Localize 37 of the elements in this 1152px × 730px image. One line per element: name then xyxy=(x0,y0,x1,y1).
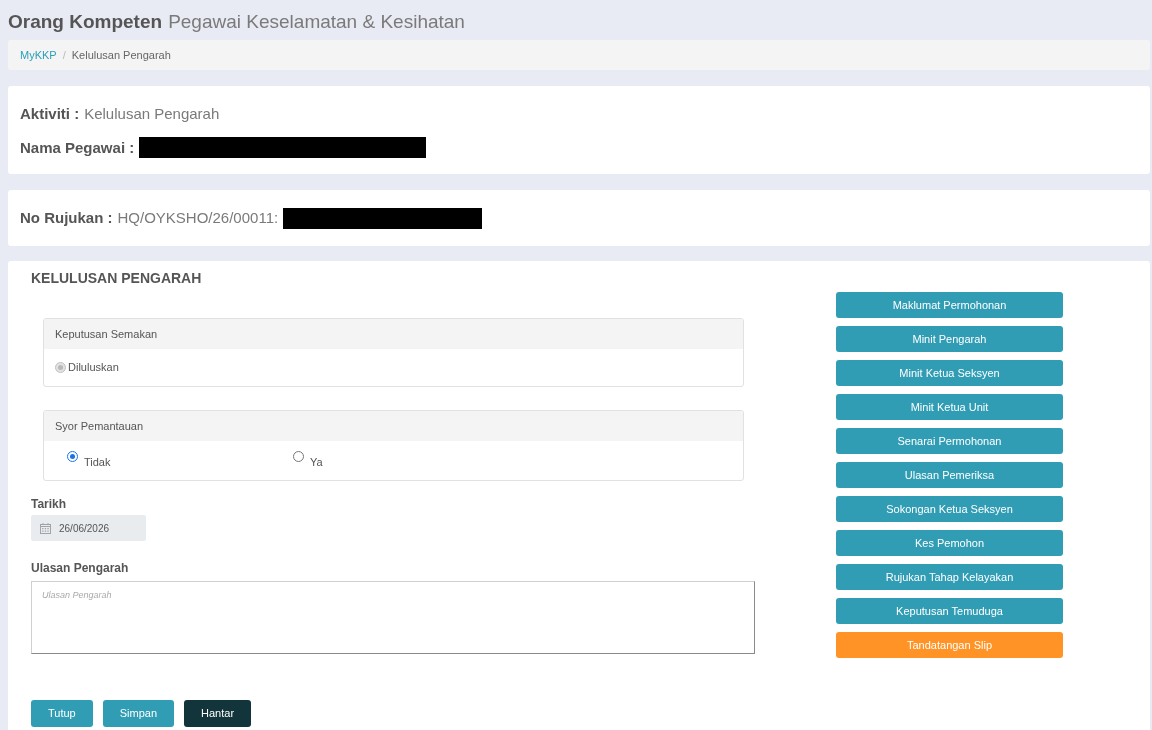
nav-button[interactable]: Senarai Permohonan xyxy=(836,428,1063,454)
calendar-icon xyxy=(40,522,51,534)
nav-button[interactable]: Maklumat Permohonan xyxy=(836,292,1063,318)
nav-button[interactable]: Ulasan Pemeriksa xyxy=(836,462,1063,488)
nav-button[interactable]: Keputusan Temuduga xyxy=(836,598,1063,624)
field-label: No Rujukan : xyxy=(20,207,113,228)
comment-label: Ulasan Pengarah xyxy=(31,560,129,576)
page-subtitle: Pegawai Keselamatan & Kesihatan xyxy=(168,9,465,34)
breadcrumb-link[interactable]: MyKKP xyxy=(20,46,57,64)
nav-button[interactable]: Sokongan Ketua Seksyen xyxy=(836,496,1063,522)
field-label: Aktiviti : xyxy=(20,104,80,124)
panel-heading: Syor Pemantauan xyxy=(55,418,144,434)
page-title: Orang Kompeten xyxy=(8,9,163,34)
panel-heading: Keputusan Semakan xyxy=(55,326,158,342)
nav-button[interactable]: Minit Ketua Unit xyxy=(836,394,1063,420)
comment-textarea[interactable]: Ulasan Pengarah xyxy=(31,581,755,654)
breadcrumb-separator: / xyxy=(62,47,66,63)
radio-label: Ya xyxy=(310,454,323,470)
field-label: Nama Pegawai : xyxy=(20,137,135,158)
radio-label: Tidak xyxy=(84,454,111,470)
action-button[interactable]: Simpan xyxy=(102,700,175,727)
breadcrumb-current: Kelulusan Pengarah xyxy=(71,47,171,63)
radio-button[interactable] xyxy=(293,450,304,462)
nav-button[interactable]: Tandatangan Slip xyxy=(836,632,1063,658)
nav-button[interactable]: Minit Pengarah xyxy=(836,326,1063,352)
field-value: HQ/OYKSHO/26/00011: xyxy=(117,207,279,228)
radio-button[interactable] xyxy=(67,450,78,462)
nav-button[interactable]: Minit Ketua Seksyen xyxy=(836,360,1063,386)
radio-label: Diluluskan xyxy=(68,360,119,376)
nav-button[interactable]: Kes Pemohon xyxy=(836,530,1063,556)
date-field[interactable]: 26/06/2026 xyxy=(31,515,146,541)
section-title: KELULUSAN PENGARAH xyxy=(31,269,202,288)
action-button[interactable]: Tutup xyxy=(31,700,93,727)
field-value: Kelulusan Pengarah xyxy=(84,104,220,124)
action-button[interactable]: Hantar xyxy=(184,700,252,727)
nav-button[interactable]: Rujukan Tahap Kelayakan xyxy=(836,564,1063,590)
date-label: Tarikh xyxy=(31,496,67,512)
